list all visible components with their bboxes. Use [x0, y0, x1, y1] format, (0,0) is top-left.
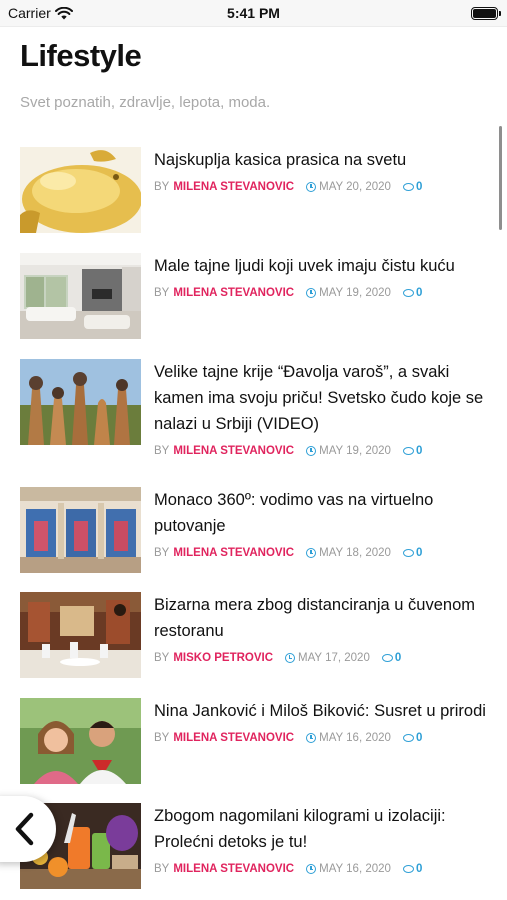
article-meta: BY MILENA STEVANOVIC MAY 18, 2020 0	[154, 547, 490, 559]
article-thumbnail[interactable]	[20, 592, 141, 678]
article-thumbnail[interactable]	[20, 698, 141, 784]
comment-count[interactable]: 0	[416, 863, 422, 875]
comment-icon[interactable]	[402, 865, 414, 873]
comment-count[interactable]: 0	[395, 652, 401, 664]
byline-prefix: BY	[154, 287, 170, 299]
clock-icon	[306, 733, 317, 743]
article-date: MAY 20, 2020	[319, 181, 391, 193]
article-meta: BY MILENA STEVANOVIC MAY 19, 2020 0	[154, 445, 490, 457]
article-meta: BY MILENA STEVANOVIC MAY 16, 2020 0	[154, 863, 490, 875]
comment-icon[interactable]	[402, 447, 414, 455]
comment-count[interactable]: 0	[416, 287, 422, 299]
article-meta: BY MILENA STEVANOVIC MAY 16, 2020 0	[154, 732, 490, 744]
author-link[interactable]: MILENA STEVANOVIC	[173, 181, 294, 193]
clock-icon	[306, 182, 317, 192]
byline-prefix: BY	[154, 652, 170, 664]
comment-icon[interactable]	[381, 654, 393, 662]
battery-icon	[471, 7, 501, 20]
status-bar: Carrier 5:41 PM	[0, 0, 507, 27]
comment-count[interactable]: 0	[416, 732, 422, 744]
clock-icon	[306, 288, 317, 298]
article-date: MAY 19, 2020	[319, 445, 391, 457]
article-meta: BY MILENA STEVANOVIC MAY 20, 2020 0	[154, 181, 490, 193]
clock-icon	[306, 864, 317, 874]
comment-icon[interactable]	[402, 549, 414, 557]
page-title: Lifestyle	[20, 38, 142, 73]
byline-prefix: BY	[154, 863, 170, 875]
article-thumbnail[interactable]	[20, 253, 141, 339]
article-date: MAY 19, 2020	[319, 287, 391, 299]
article-title[interactable]: Bizarna mera zbog distanciranja u čuveno…	[154, 592, 490, 644]
author-link[interactable]: MILENA STEVANOVIC	[173, 863, 294, 875]
comment-count[interactable]: 0	[416, 181, 422, 193]
article-date: MAY 16, 2020	[319, 863, 391, 875]
clock-icon	[306, 548, 317, 558]
article-thumbnail[interactable]	[20, 359, 141, 445]
clock-icon	[306, 446, 317, 456]
article-thumbnail[interactable]	[20, 487, 141, 573]
article-date: MAY 18, 2020	[319, 547, 391, 559]
author-link[interactable]: MISKO PETROVIC	[173, 652, 273, 664]
clock-icon	[285, 653, 296, 663]
article-meta: BY MISKO PETROVIC MAY 17, 2020 0	[154, 652, 490, 664]
author-link[interactable]: MILENA STEVANOVIC	[173, 287, 294, 299]
scroll-indicator[interactable]	[499, 126, 502, 230]
byline-prefix: BY	[154, 445, 170, 457]
author-link[interactable]: MILENA STEVANOVIC	[173, 445, 294, 457]
comment-icon[interactable]	[402, 183, 414, 191]
comment-count[interactable]: 0	[416, 445, 422, 457]
article-date: MAY 16, 2020	[319, 732, 391, 744]
chevron-left-icon	[15, 812, 34, 846]
status-time: 5:41 PM	[227, 5, 280, 21]
article-thumbnail[interactable]	[20, 147, 141, 233]
article-title[interactable]: Zbogom nagomilani kilogrami u izolaciji:…	[154, 803, 490, 855]
comment-count[interactable]: 0	[416, 547, 422, 559]
byline-prefix: BY	[154, 181, 170, 193]
author-link[interactable]: MILENA STEVANOVIC	[173, 732, 294, 744]
article-date: MAY 17, 2020	[298, 652, 370, 664]
article-meta: BY MILENA STEVANOVIC MAY 19, 2020 0	[154, 287, 490, 299]
comment-icon[interactable]	[402, 734, 414, 742]
byline-prefix: BY	[154, 547, 170, 559]
article-title[interactable]: Monaco 360º: vodimo vas na virtuelno put…	[154, 487, 490, 539]
byline-prefix: BY	[154, 732, 170, 744]
article-title[interactable]: Velike tajne krije “Đavolja varoš”, a sv…	[154, 359, 490, 437]
page-subtitle: Svet poznatih, zdravlje, lepota, moda.	[20, 94, 271, 111]
comment-icon[interactable]	[402, 289, 414, 297]
article-title[interactable]: Najskuplja kasica prasica na svetu	[154, 147, 490, 173]
article-title[interactable]: Male tajne ljudi koji uvek imaju čistu k…	[154, 253, 490, 279]
article-title[interactable]: Nina Janković i Miloš Biković: Susret u …	[154, 698, 490, 724]
author-link[interactable]: MILENA STEVANOVIC	[173, 547, 294, 559]
